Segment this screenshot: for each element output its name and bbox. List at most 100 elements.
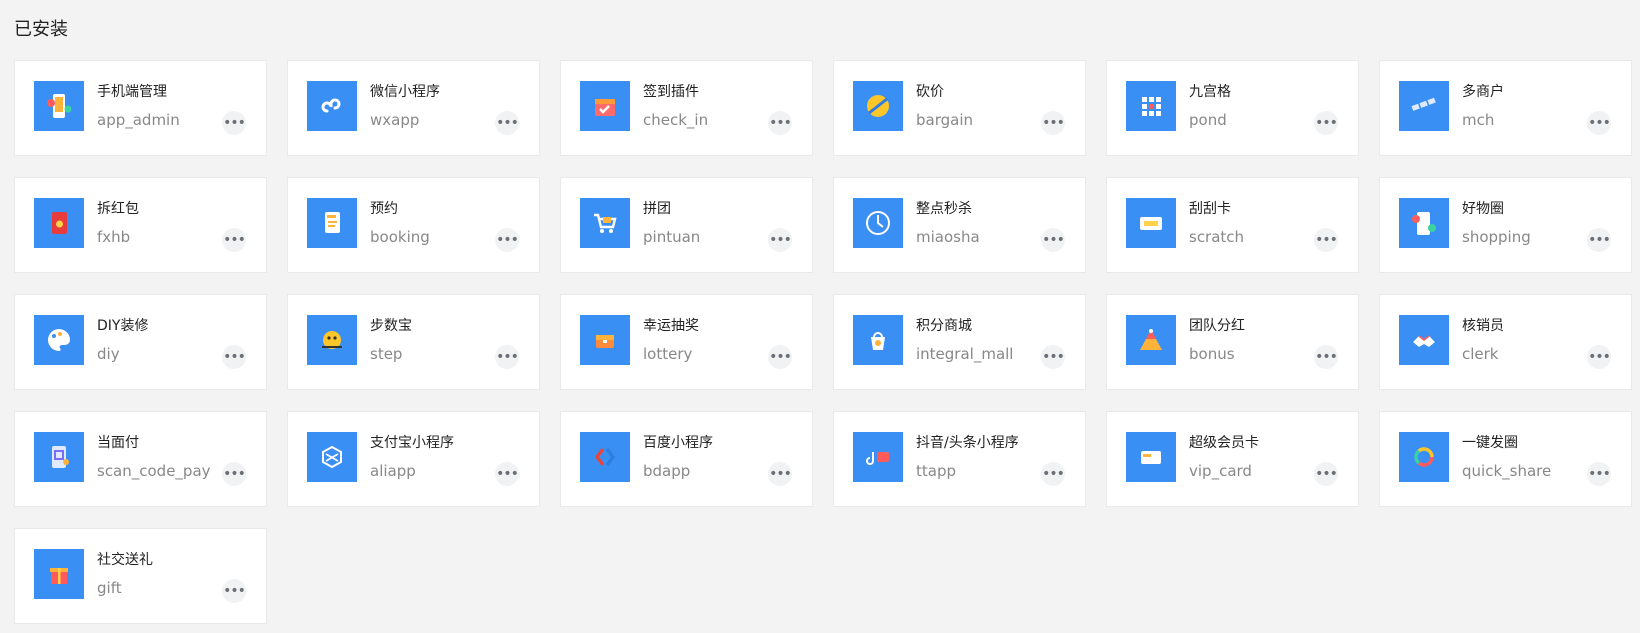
plugin-name: 刮刮卡	[1189, 201, 1231, 217]
plugin-code: integral_mall	[916, 345, 1014, 363]
more-button[interactable]: •••	[222, 111, 246, 135]
plugin-name: 拆红包	[97, 201, 139, 217]
more-button[interactable]: •••	[1587, 462, 1611, 486]
points-mall-icon	[853, 315, 903, 365]
plugin-name: 九宫格	[1189, 84, 1231, 100]
plugin-card-bdapp[interactable]: 百度小程序 bdapp •••	[560, 411, 813, 507]
paint-palette-icon	[34, 315, 84, 365]
nine-grid-icon	[1126, 81, 1176, 131]
vip-card-icon	[1126, 432, 1176, 482]
plugin-name: 手机端管理	[97, 84, 167, 100]
more-button[interactable]: •••	[1587, 111, 1611, 135]
plugin-card-pintuan[interactable]: 拼团 pintuan •••	[560, 177, 813, 273]
plugin-name: 砍价	[916, 84, 944, 100]
plugin-name: 团队分红	[1189, 318, 1245, 334]
plugin-card-scan_code_pay[interactable]: 当面付 scan_code_pay •••	[14, 411, 267, 507]
plugin-card-mch[interactable]: 多商户 mch •••	[1379, 60, 1632, 156]
calendar-check-icon	[580, 81, 630, 131]
plugin-name: 微信小程序	[370, 84, 440, 100]
more-button[interactable]: •••	[1314, 111, 1338, 135]
more-button[interactable]: •••	[1314, 228, 1338, 252]
more-button[interactable]: •••	[222, 462, 246, 486]
plugin-card-fxhb[interactable]: 拆红包 fxhb •••	[14, 177, 267, 273]
plugin-code: step	[370, 345, 403, 363]
plugin-name: 步数宝	[370, 318, 412, 334]
more-button[interactable]: •••	[1587, 228, 1611, 252]
plugin-card-aliapp[interactable]: 支付宝小程序 aliapp •••	[287, 411, 540, 507]
shopping-cart-icon	[580, 198, 630, 248]
plugin-card-step[interactable]: 步数宝 step •••	[287, 294, 540, 390]
plugin-name: 当面付	[97, 435, 139, 451]
plugin-card-bargain[interactable]: 砍价 bargain •••	[833, 60, 1086, 156]
more-button[interactable]: •••	[768, 228, 792, 252]
scan-pay-icon	[34, 432, 84, 482]
handshake-icon	[1399, 315, 1449, 365]
more-button[interactable]: •••	[1041, 462, 1065, 486]
plugin-grid: 手机端管理 app_admin ••• 微信小程序 wxapp ••• 签到插件…	[14, 60, 1632, 624]
more-button[interactable]: •••	[768, 462, 792, 486]
multi-merchant-icon	[1399, 81, 1449, 131]
plugin-card-miaosha[interactable]: 整点秒杀 miaosha •••	[833, 177, 1086, 273]
more-button[interactable]: •••	[1314, 462, 1338, 486]
quick-share-ring-icon	[1399, 432, 1449, 482]
plugin-card-integral_mall[interactable]: 积分商城 integral_mall •••	[833, 294, 1086, 390]
plugin-card-diy[interactable]: DIY装修 diy •••	[14, 294, 267, 390]
plugin-name: 幸运抽奖	[643, 318, 699, 334]
plugin-card-wxapp[interactable]: 微信小程序 wxapp •••	[287, 60, 540, 156]
plugin-code: mch	[1462, 111, 1495, 129]
more-button[interactable]: •••	[1041, 345, 1065, 369]
gift-box-icon	[34, 549, 84, 599]
wechat-miniprogram-icon	[307, 81, 357, 131]
plugin-card-lottery[interactable]: 幸运抽奖 lottery •••	[560, 294, 813, 390]
more-button[interactable]: •••	[1587, 345, 1611, 369]
more-button[interactable]: •••	[222, 579, 246, 603]
plugin-code: bonus	[1189, 345, 1235, 363]
plugin-code: shopping	[1462, 228, 1531, 246]
plugin-code: wxapp	[370, 111, 420, 129]
clock-flash-icon	[853, 198, 903, 248]
more-button[interactable]: •••	[495, 228, 519, 252]
plugin-name: 百度小程序	[643, 435, 713, 451]
plugin-card-check_in[interactable]: 签到插件 check_in •••	[560, 60, 813, 156]
plugin-code: gift	[97, 579, 122, 597]
more-button[interactable]: •••	[1041, 111, 1065, 135]
plugin-card-scratch[interactable]: 刮刮卡 scratch •••	[1106, 177, 1359, 273]
plugin-code: miaosha	[916, 228, 980, 246]
plugin-name: 预约	[370, 201, 398, 217]
more-button[interactable]: •••	[495, 462, 519, 486]
phone-admin-icon	[34, 81, 84, 131]
plugin-code: app_admin	[97, 111, 180, 129]
plugin-card-pond[interactable]: 九宫格 pond •••	[1106, 60, 1359, 156]
plugin-code: clerk	[1462, 345, 1499, 363]
more-button[interactable]: •••	[222, 228, 246, 252]
plugin-card-clerk[interactable]: 核销员 clerk •••	[1379, 294, 1632, 390]
more-button[interactable]: •••	[768, 345, 792, 369]
plugin-card-gift[interactable]: 社交送礼 gift •••	[14, 528, 267, 624]
plugin-card-vip_card[interactable]: 超级会员卡 vip_card •••	[1106, 411, 1359, 507]
more-button[interactable]: •••	[495, 111, 519, 135]
plugin-name: DIY装修	[97, 318, 149, 334]
plugin-code: check_in	[643, 111, 709, 129]
baidu-miniprogram-icon	[580, 432, 630, 482]
plugin-name: 抖音/头条小程序	[916, 435, 1019, 451]
plugin-code: ttapp	[916, 462, 956, 480]
more-button[interactable]: •••	[495, 345, 519, 369]
plugin-code: fxhb	[97, 228, 131, 246]
scratch-card-icon	[1126, 198, 1176, 248]
plugin-code: lottery	[643, 345, 693, 363]
plugin-card-bonus[interactable]: 团队分红 bonus •••	[1106, 294, 1359, 390]
plugin-card-booking[interactable]: 预约 booking •••	[287, 177, 540, 273]
more-button[interactable]: •••	[1314, 345, 1338, 369]
plugin-code: diy	[97, 345, 120, 363]
plugin-card-app_admin[interactable]: 手机端管理 app_admin •••	[14, 60, 267, 156]
plugin-code: pintuan	[643, 228, 701, 246]
more-button[interactable]: •••	[1041, 228, 1065, 252]
plugin-card-shopping[interactable]: 好物圈 shopping •••	[1379, 177, 1632, 273]
plugin-card-ttapp[interactable]: 抖音/头条小程序 ttapp •••	[833, 411, 1086, 507]
plugin-name: 整点秒杀	[916, 201, 972, 217]
plugin-name: 一键发圈	[1462, 435, 1518, 451]
more-button[interactable]: •••	[768, 111, 792, 135]
more-button[interactable]: •••	[222, 345, 246, 369]
plugin-card-quick_share[interactable]: 一键发圈 quick_share •••	[1379, 411, 1632, 507]
douyin-miniprogram-icon	[853, 432, 903, 482]
